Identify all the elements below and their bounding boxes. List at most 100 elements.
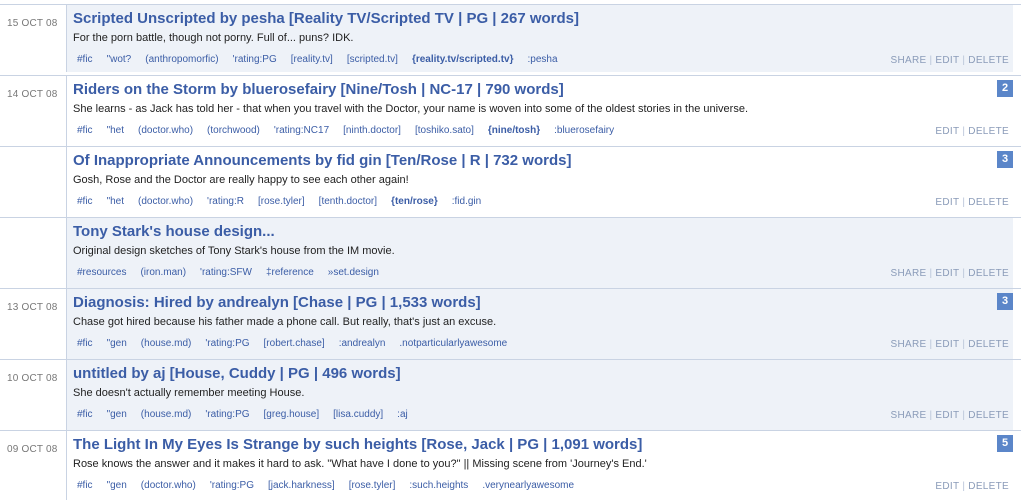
action-separator: | (962, 197, 966, 208)
comment-count-badge[interactable]: 3 (997, 151, 1013, 168)
tag-link[interactable]: 'rating:PG (205, 338, 249, 349)
share-link[interactable]: SHARE (891, 410, 927, 421)
entry-title-link[interactable]: Diagnosis: Hired by andrealyn [Chase | P… (73, 294, 481, 311)
edit-link[interactable]: EDIT (935, 268, 959, 279)
tag-link[interactable]: »set.design (328, 267, 379, 278)
tag-link[interactable]: [toshiko.sato] (415, 125, 474, 136)
tag-link[interactable]: (doctor.who) (141, 480, 196, 491)
tag-link[interactable]: [jack.harkness] (268, 480, 335, 491)
entry-body: Riders on the Storm by bluerosefairy [Ni… (66, 76, 1013, 147)
tag-link[interactable]: (anthropomorfic) (145, 54, 218, 65)
tag-link[interactable]: .verynearlyawesome (482, 480, 574, 491)
delete-link[interactable]: DELETE (968, 126, 1009, 137)
tag-link[interactable]: #fic (77, 338, 93, 349)
entry-title-link[interactable]: The Light In My Eyes Is Strange by such … (73, 436, 642, 453)
tag-link[interactable]: #fic (77, 196, 93, 207)
entry-description: Rose knows the answer and it makes it ha… (73, 458, 647, 470)
tag-link[interactable]: (torchwood) (207, 125, 260, 136)
entry-actions: EDIT | DELETE (935, 126, 1009, 137)
entry-description: Chase got hired because his father made … (73, 316, 497, 328)
tag-link[interactable]: [tenth.doctor] (319, 196, 377, 207)
tag-link[interactable]: :aj (397, 409, 408, 420)
tag-link[interactable]: [rose.tyler] (349, 480, 396, 491)
tag-link[interactable]: [lisa.cuddy] (333, 409, 383, 420)
tag-link[interactable]: :fid.gin (452, 196, 481, 207)
entry-title-link[interactable]: Of Inappropriate Announcements by fid gi… (73, 152, 571, 169)
tag-link[interactable]: (house.md) (141, 338, 192, 349)
tag-link[interactable]: ‡reference (266, 267, 314, 278)
entry-description: For the porn battle, though not porny. F… (73, 32, 354, 44)
share-link[interactable]: SHARE (891, 55, 927, 66)
tag-link[interactable]: 'rating:NC17 (274, 125, 329, 136)
delete-link[interactable]: DELETE (968, 55, 1009, 66)
bookmark-entry: 14 OCT 08 Riders on the Storm by blueros… (0, 75, 1021, 147)
tag-link[interactable]: :bluerosefairy (554, 125, 614, 136)
tag-link[interactable]: 'rating:R (207, 196, 244, 207)
tag-link[interactable]: {reality.tv/scripted.tv} (412, 54, 514, 65)
delete-link[interactable]: DELETE (968, 268, 1009, 279)
tag-link[interactable]: {nine/tosh} (488, 125, 540, 136)
entry-date: 15 OCT 08 (7, 18, 58, 29)
share-link[interactable]: SHARE (891, 339, 927, 350)
action-separator: | (962, 481, 966, 492)
tag-link[interactable]: [reality.tv] (291, 54, 333, 65)
tag-link[interactable]: 'rating:PG (233, 54, 277, 65)
tag-link[interactable]: (house.md) (141, 409, 192, 420)
edit-link[interactable]: EDIT (935, 410, 959, 421)
edit-link[interactable]: EDIT (935, 55, 959, 66)
tag-link[interactable]: :pesha (527, 54, 557, 65)
tag-link[interactable]: #fic (77, 480, 93, 491)
tag-link[interactable]: "het (107, 196, 124, 207)
tag-link[interactable]: [greg.house] (264, 409, 320, 420)
tag-link[interactable]: :andrealyn (339, 338, 386, 349)
edit-link[interactable]: EDIT (935, 126, 959, 137)
delete-link[interactable]: DELETE (968, 339, 1009, 350)
action-separator: | (962, 126, 966, 137)
delete-link[interactable]: DELETE (968, 481, 1009, 492)
tag-link[interactable]: (iron.man) (140, 267, 186, 278)
tag-link[interactable]: (doctor.who) (138, 196, 193, 207)
tag-link[interactable]: [rose.tyler] (258, 196, 305, 207)
entry-title-link[interactable]: untitled by aj [House, Cuddy | PG | 496 … (73, 365, 401, 382)
tag-link[interactable]: 'rating:PG (205, 409, 249, 420)
tag-link[interactable]: "gen (107, 480, 127, 491)
entry-body: Diagnosis: Hired by andrealyn [Chase | P… (66, 289, 1013, 360)
tag-link[interactable]: [scripted.tv] (347, 54, 398, 65)
tag-link[interactable]: (doctor.who) (138, 125, 193, 136)
tag-link[interactable]: .notparticularlyawesome (399, 338, 507, 349)
entry-description: She learns - as Jack has told her - that… (73, 103, 749, 115)
comment-count-badge[interactable]: 3 (997, 293, 1013, 310)
tag-link[interactable]: #fic (77, 54, 93, 65)
tag-link[interactable]: {ten/rose} (391, 196, 438, 207)
tag-link[interactable]: #resources (77, 267, 126, 278)
entry-actions: SHARE | EDIT | DELETE (891, 339, 1009, 350)
comment-count-badge[interactable]: 5 (997, 435, 1013, 452)
tag-link[interactable]: :such.heights (409, 480, 468, 491)
edit-link[interactable]: EDIT (935, 339, 959, 350)
tag-link[interactable]: "wot? (107, 54, 132, 65)
entry-title-link[interactable]: Riders on the Storm by bluerosefairy [Ni… (73, 81, 564, 98)
action-separator: | (962, 55, 966, 66)
tag-link[interactable]: "het (107, 125, 124, 136)
edit-link[interactable]: EDIT (935, 481, 959, 492)
delete-link[interactable]: DELETE (968, 410, 1009, 421)
entry-tags: #fic "het (doctor.who) 'rating:R [rose.tyler… (77, 196, 495, 207)
tag-link[interactable]: [ninth.doctor] (343, 125, 401, 136)
delete-link[interactable]: DELETE (968, 197, 1009, 208)
tag-link[interactable]: #fic (77, 125, 93, 136)
tag-link[interactable]: 'rating:PG (210, 480, 254, 491)
tag-link[interactable]: "gen (107, 409, 127, 420)
entry-title-link[interactable]: Scripted Unscripted by pesha [Reality TV… (73, 10, 579, 27)
comment-count-badge[interactable]: 2 (997, 80, 1013, 97)
entry-body: Tony Stark's house design... Original de… (66, 218, 1013, 289)
tag-link[interactable]: 'rating:SFW (200, 267, 252, 278)
tag-link[interactable]: #fic (77, 409, 93, 420)
entry-title-link[interactable]: Tony Stark's house design... (73, 223, 275, 240)
edit-link[interactable]: EDIT (935, 197, 959, 208)
share-link[interactable]: SHARE (891, 268, 927, 279)
tag-link[interactable]: [robert.chase] (264, 338, 325, 349)
tag-link[interactable]: "gen (107, 338, 127, 349)
entry-description: Original design sketches of Tony Stark's… (73, 245, 395, 257)
entry-description: She doesn't actually remember meeting Ho… (73, 387, 305, 399)
action-separator: | (962, 410, 966, 421)
